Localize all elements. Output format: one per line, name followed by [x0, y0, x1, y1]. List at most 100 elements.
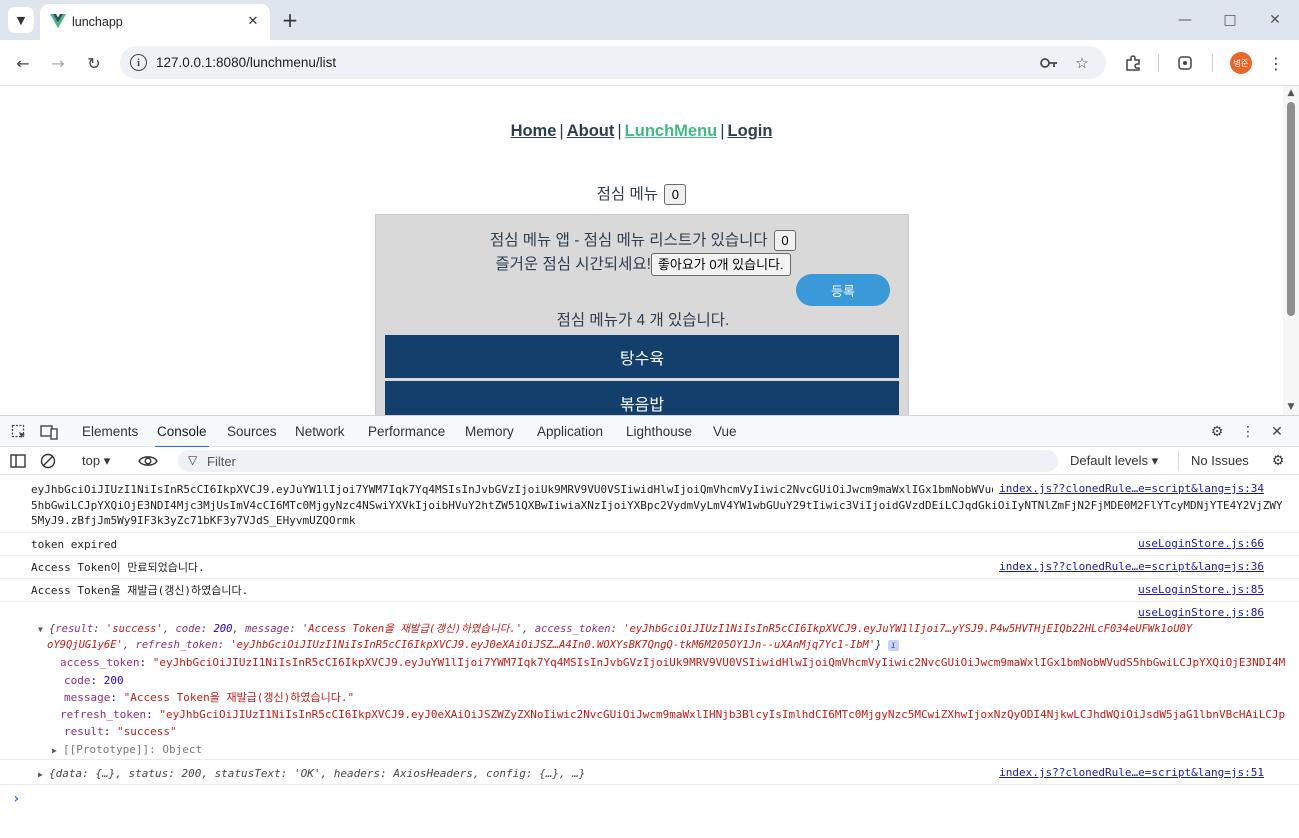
- main-nav: Home | About | LunchMenu | Login: [0, 122, 1283, 141]
- nav-link-login[interactable]: Login: [728, 122, 773, 140]
- back-arrow-icon[interactable]: ←: [9, 49, 37, 77]
- lunch-menu-title: 점심 메뉴: [596, 186, 659, 203]
- title-count-button[interactable]: 0: [664, 184, 687, 206]
- nav-link-about[interactable]: About: [567, 122, 615, 140]
- panel-header-text: 점심 메뉴 앱 - 점심 메뉴 리스트가 있습니다: [489, 232, 768, 249]
- toolbar-separator: [1158, 54, 1159, 72]
- inspect-element-icon[interactable]: [9, 422, 29, 442]
- devtools-tab-network[interactable]: Network: [295, 424, 345, 439]
- dropdown-caret-icon: ▾: [103, 453, 111, 468]
- console-log-area: eyJhbGciOiJIUzI1NiIsInR5cCI6IkpXVCJ9.eyJ…: [0, 475, 1299, 838]
- expand-triangle-icon[interactable]: ▶: [38, 767, 49, 783]
- new-tab-button[interactable]: +: [278, 8, 302, 32]
- more-menu-icon[interactable]: ⋮: [1262, 49, 1290, 77]
- devtools-tab-console[interactable]: Console: [155, 424, 209, 448]
- live-expression-eye-icon[interactable]: [138, 451, 158, 471]
- console-prompt-chevron-icon[interactable]: ›: [12, 791, 20, 807]
- filter-funnel-icon: ▽: [188, 453, 198, 467]
- context-selector[interactable]: top ▾: [82, 453, 110, 469]
- console-filter-input[interactable]: ▽ Filter: [178, 450, 1058, 472]
- tab-search-button[interactable]: ▼: [8, 7, 34, 33]
- dropdown-caret-icon: ▾: [1151, 453, 1159, 468]
- axios-response-summary[interactable]: ▶ {data: {…}, status: 200, statusText: 'O…: [38, 766, 585, 783]
- menu-item[interactable]: 탕수육: [385, 335, 899, 378]
- devtools-more-icon[interactable]: ⋮: [1238, 422, 1258, 442]
- console-source-link[interactable]: useLoginStore.js:66: [1138, 537, 1264, 550]
- devtools-tab-application[interactable]: Application: [537, 424, 603, 439]
- info-badge-icon: i: [887, 639, 899, 651]
- nav-separator: |: [720, 122, 725, 140]
- extensions-puzzle-icon[interactable]: [1119, 49, 1147, 77]
- object-field: refresh_token: "eyJhbGciOiJIUzI1NiIsInR5…: [60, 708, 1286, 721]
- nav-separator: |: [559, 122, 564, 140]
- menu-item[interactable]: 볶음밥: [385, 381, 899, 415]
- scrollbar-thumb[interactable]: [1287, 102, 1295, 316]
- object-field: code: 200: [64, 674, 124, 687]
- toolbar-separator: [1212, 54, 1213, 72]
- like-button[interactable]: 좋아요가 0개 있습니다.: [650, 253, 791, 277]
- password-key-icon[interactable]: [1038, 52, 1060, 74]
- lunch-menu-panel: 점심 메뉴 앱 - 점심 메뉴 리스트가 있습니다 0 즐거운 점심 시간되세요…: [375, 214, 909, 415]
- nav-link-home[interactable]: Home: [511, 122, 557, 140]
- console-message-text: Access Token이 만료되었습니다.: [31, 561, 205, 574]
- devtools-tab-memory[interactable]: Memory: [465, 424, 514, 439]
- address-bar[interactable]: i 127.0.0.1:8080/lunchmenu/list ☆: [120, 46, 1106, 79]
- console-message: Access Token이 만료되었습니다. index.js??clonedR…: [0, 556, 1299, 579]
- close-window-icon[interactable]: ✕: [1262, 8, 1288, 32]
- log-levels-dropdown[interactable]: Default levels ▾: [1070, 453, 1158, 469]
- url-text[interactable]: 127.0.0.1:8080/lunchmenu/list: [156, 55, 336, 70]
- chevron-down-icon: ▼: [16, 13, 26, 27]
- panel-count-button[interactable]: 0: [774, 230, 797, 252]
- maximize-icon[interactable]: □: [1217, 8, 1243, 32]
- object-prototype[interactable]: ▶ [[Prototype]]: Object: [52, 742, 202, 759]
- expand-triangle-icon[interactable]: ▼: [38, 622, 49, 638]
- device-toolbar-icon[interactable]: [39, 422, 59, 442]
- site-info-icon[interactable]: i: [130, 54, 147, 71]
- devtools-tab-performance[interactable]: Performance: [368, 424, 445, 439]
- close-tab-icon[interactable]: ✕: [242, 10, 264, 32]
- console-settings-gear-icon[interactable]: ⚙: [1268, 451, 1288, 471]
- browser-tab[interactable]: lunchapp ✕: [40, 4, 270, 40]
- console-message: token expired useLoginStore.js:66: [0, 533, 1299, 556]
- levels-label: Default levels: [1070, 453, 1149, 468]
- forward-arrow-icon[interactable]: →: [44, 49, 72, 77]
- page-scrollbar[interactable]: ▲ ▼: [1283, 86, 1299, 415]
- console-source-link[interactable]: index.js??clonedRule…e=script&lang=js:36: [999, 560, 1264, 573]
- console-source-link[interactable]: useLoginStore.js:86: [1138, 606, 1264, 619]
- tab-title: lunchapp: [72, 15, 123, 29]
- register-button[interactable]: 등록: [796, 274, 890, 306]
- console-source-link[interactable]: useLoginStore.js:85: [1138, 583, 1264, 596]
- tab-strip: ▼ lunchapp ✕ + — □ ✕: [0, 0, 1299, 40]
- devtools-tab-vue[interactable]: Vue: [713, 424, 737, 439]
- page-viewport: Home | About | LunchMenu | Login 점심 메뉴 0 점심 메뉴…: [0, 86, 1283, 415]
- devtools-tab-sources[interactable]: Sources: [227, 424, 277, 439]
- minimize-icon[interactable]: —: [1172, 8, 1198, 32]
- nav-separator: |: [617, 122, 622, 140]
- bookmark-star-icon[interactable]: ☆: [1071, 52, 1093, 74]
- panel-header: 점심 메뉴 앱 - 점심 메뉴 리스트가 있습니다 0: [376, 228, 910, 252]
- object-field: message: "Access Token을 재발급(갱신)하였습니다.": [64, 691, 355, 704]
- console-source-link[interactable]: index.js??clonedRule…e=script&lang=js:51: [999, 766, 1264, 779]
- console-source-link[interactable]: index.js??clonedRule…e=script&lang=js:34: [993, 482, 1264, 495]
- nav-link-lunchmenu[interactable]: LunchMenu: [625, 122, 718, 140]
- devtools-tab-lighthouse[interactable]: Lighthouse: [626, 424, 692, 439]
- panel-greeting: 즐거운 점심 시간되세요! 좋아요가 0개 있습니다.: [376, 252, 910, 277]
- console-message: ▶ {data: {…}, status: 200, statusText: 'O…: [0, 760, 1299, 785]
- object-summary[interactable]: ▼ {result: 'success', code: 200, message:…: [38, 622, 1192, 653]
- greeting-text: 즐거운 점심 시간되세요!: [495, 256, 651, 273]
- scroll-down-icon[interactable]: ▼: [1285, 402, 1297, 412]
- scroll-up-icon[interactable]: ▲: [1285, 88, 1297, 98]
- settings-gear-icon[interactable]: ⚙: [1207, 422, 1227, 442]
- browser-toolbar: ← → ↻ i 127.0.0.1:8080/lunchmenu/list ☆ …: [0, 40, 1299, 86]
- sidebar-toggle-icon[interactable]: [8, 451, 28, 471]
- reload-icon[interactable]: ↻: [80, 49, 108, 77]
- clear-console-icon[interactable]: [38, 451, 58, 471]
- expand-triangle-icon[interactable]: ▶: [52, 743, 63, 759]
- devtools-tab-elements[interactable]: Elements: [82, 424, 138, 439]
- close-devtools-icon[interactable]: ✕: [1267, 422, 1287, 442]
- issues-counter[interactable]: No Issues: [1178, 451, 1249, 471]
- object-field: access_token: "eyJhbGciOiJIUzI1NiIsInR5c…: [60, 656, 1286, 669]
- screenshot-lens-icon[interactable]: [1171, 49, 1199, 77]
- profile-avatar[interactable]: 병준: [1230, 52, 1252, 74]
- console-toolbar: top ▾ ▽ Filter Default levels ▾ No Issue…: [0, 447, 1299, 475]
